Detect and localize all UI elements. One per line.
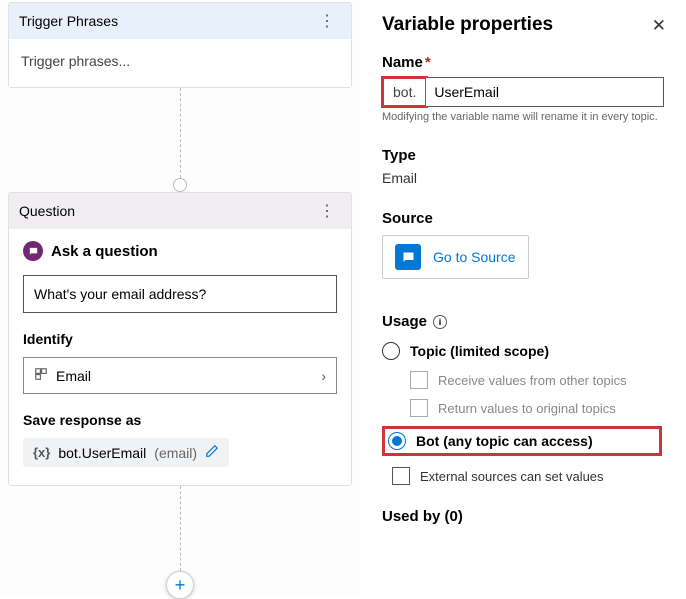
variable-chip[interactable]: {x} bot.UserEmail (email): [23, 438, 229, 467]
usage-bot-label: Bot (any topic can access): [416, 433, 593, 449]
connector: [180, 486, 181, 571]
trigger-title: Trigger Phrases: [19, 13, 118, 29]
connector: [180, 88, 181, 178]
external-sources-checkbox[interactable]: External sources can set values: [382, 462, 664, 490]
return-values-checkbox: Return values to original topics: [382, 394, 664, 422]
radio-icon: [382, 342, 400, 360]
name-prefix: bot.: [383, 78, 426, 106]
canvas-panel: Trigger Phrases ⋮ Trigger phrases... Que…: [0, 0, 360, 594]
name-input-row: bot.: [382, 77, 664, 107]
trigger-node[interactable]: Trigger Phrases ⋮ Trigger phrases...: [8, 2, 352, 88]
close-icon[interactable]: ✕: [652, 16, 666, 36]
question-prompt-input[interactable]: What's your email address?: [23, 275, 337, 313]
name-hint: Modifying the variable name will rename …: [382, 111, 664, 123]
pencil-icon[interactable]: [205, 444, 219, 461]
radio-icon: [388, 432, 406, 450]
entity-icon: [34, 367, 48, 384]
panel-title: Variable properties: [382, 14, 664, 36]
usage-topic-radio[interactable]: Topic (limited scope): [382, 336, 664, 366]
usage-topic-label: Topic (limited scope): [410, 343, 549, 359]
checkbox-icon: [410, 371, 428, 389]
checkbox-icon: [392, 467, 410, 485]
identify-value: Email: [56, 368, 91, 384]
question-header-title: Question: [19, 203, 75, 219]
usedby-label: Used by (0): [382, 508, 664, 525]
identify-label: Identify: [23, 331, 337, 347]
chat-icon: [23, 241, 43, 261]
variable-icon: {x}: [33, 445, 50, 460]
required-asterisk: *: [425, 54, 431, 71]
receive-values-checkbox: Receive values from other topics: [382, 366, 664, 394]
source-label: Source: [382, 210, 664, 227]
usage-label-row: Usage i: [382, 313, 664, 330]
type-label: Type: [382, 147, 664, 164]
name-input[interactable]: [426, 78, 663, 106]
source-link-text: Go to Source: [433, 249, 516, 265]
source-icon: [395, 244, 421, 270]
properties-panel: ✕ Variable properties Name* bot. Modifyi…: [360, 0, 686, 594]
trigger-body[interactable]: Trigger phrases...: [9, 39, 351, 87]
question-header: Question ⋮: [9, 193, 351, 229]
chevron-right-icon: ›: [321, 368, 326, 384]
info-icon[interactable]: i: [433, 315, 447, 329]
trigger-header: Trigger Phrases ⋮: [9, 3, 351, 39]
question-body: Ask a question What's your email address…: [9, 229, 351, 485]
identify-select[interactable]: Email ›: [23, 357, 337, 394]
return-values-label: Return values to original topics: [438, 401, 616, 416]
variable-name: bot.UserEmail: [58, 445, 146, 461]
more-icon[interactable]: ⋮: [313, 9, 341, 33]
question-title-row: Ask a question: [23, 241, 337, 261]
checkbox-icon: [410, 399, 428, 417]
usage-bot-radio[interactable]: Bot (any topic can access): [388, 432, 593, 450]
go-to-source-button[interactable]: Go to Source: [382, 235, 529, 279]
connector-dot: [173, 178, 187, 192]
save-response-label: Save response as: [23, 412, 337, 428]
question-title: Ask a question: [51, 243, 158, 260]
more-icon[interactable]: ⋮: [313, 199, 341, 223]
variable-type: (email): [154, 445, 197, 461]
usage-label: Usage: [382, 313, 427, 330]
question-node[interactable]: Question ⋮ Ask a question What's your em…: [8, 192, 352, 486]
receive-values-label: Receive values from other topics: [438, 373, 627, 388]
type-value: Email: [382, 170, 664, 186]
add-node-button[interactable]: +: [166, 571, 194, 599]
name-label: Name*: [382, 54, 664, 71]
external-sources-label: External sources can set values: [420, 469, 604, 484]
